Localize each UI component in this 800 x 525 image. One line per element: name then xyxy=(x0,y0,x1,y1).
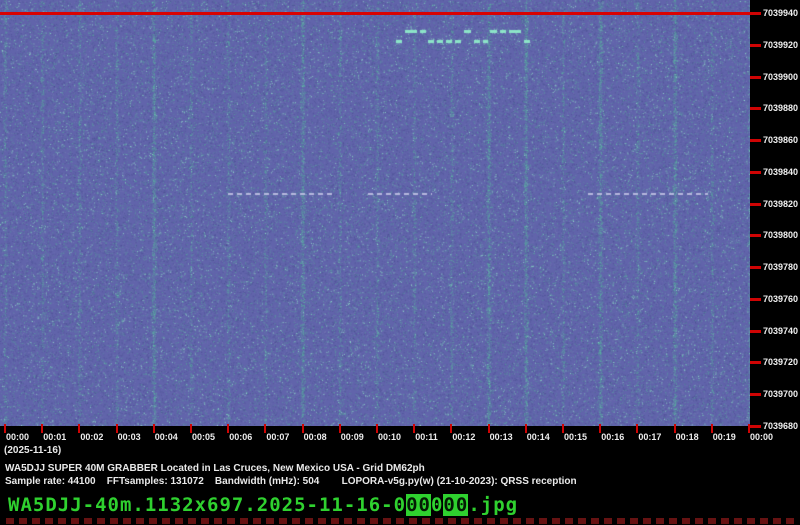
freq-tick xyxy=(750,75,761,79)
bottom-dashed-bar xyxy=(6,518,796,524)
time-tick-label: 00:15 xyxy=(564,432,588,442)
freq-tick-label: 7039740 xyxy=(763,325,799,336)
freq-tick-label: 7039900 xyxy=(763,71,799,82)
freq-tick xyxy=(750,170,761,174)
filename-digits: 000000 xyxy=(394,494,469,516)
freq-tick-label: 7039940 xyxy=(763,8,799,18)
time-tick-label: 00:17 xyxy=(638,432,662,442)
freq-tick xyxy=(750,43,761,47)
freq-tick-label: 7039880 xyxy=(763,103,799,114)
freq-tick-label: 7039700 xyxy=(763,389,799,400)
freq-tick-label: 7039840 xyxy=(763,166,799,177)
date-label: (2025-11-16) xyxy=(4,445,62,456)
time-tick-label: 00:10 xyxy=(378,432,402,442)
freq-tick xyxy=(750,12,761,15)
grabber-screenshot: 7039940 7039920 7039900 7039880 7039860 70398… xyxy=(0,0,800,525)
time-tick-label: 00:19 xyxy=(712,432,736,442)
spectrogram-canvas xyxy=(0,0,750,426)
filename-digit: 0 xyxy=(443,494,456,516)
filename-text: WA5DJJ-40m.1132x697.2025-11-16-000000.jp… xyxy=(8,494,518,516)
time-tick-label: 00:14 xyxy=(526,432,550,442)
time-tick-label: 00:08 xyxy=(303,432,327,442)
freq-tick-label: 7039920 xyxy=(763,39,799,50)
time-tick-label: 00:00 xyxy=(6,432,30,442)
filename-digit: 0 xyxy=(430,494,444,516)
freq-tick xyxy=(750,393,761,397)
freq-tick-label: 7039800 xyxy=(763,230,799,241)
freq-tick xyxy=(750,234,761,238)
time-tick-label: 00:02 xyxy=(80,432,104,442)
time-tick-label: 00:13 xyxy=(489,432,513,442)
freq-tick-label: 7039760 xyxy=(763,293,799,304)
filename-digit: 0 xyxy=(455,494,469,516)
freq-tick-label: 7039820 xyxy=(763,198,799,209)
time-tick-label: 00:12 xyxy=(452,432,476,442)
time-tick-label: 00:11 xyxy=(415,432,438,442)
time-tick-label: 00:18 xyxy=(675,432,699,442)
freq-tick-label: 7039780 xyxy=(763,262,799,273)
freq-tick-label: 7039860 xyxy=(763,135,799,146)
time-tick-label: 00:04 xyxy=(154,432,178,442)
filename-digit: 0 xyxy=(406,494,419,516)
time-tick-label: 00:03 xyxy=(117,432,141,442)
filename-digit: 0 xyxy=(393,494,407,516)
time-tick-label: 00:01 xyxy=(43,432,67,442)
freq-tick xyxy=(750,202,761,206)
station-info-line: WA5DJJ SUPER 40M GRABBER Located in Las … xyxy=(5,463,425,474)
freq-tick xyxy=(750,107,761,111)
time-tick-label: 00:05 xyxy=(192,432,216,442)
time-tick-label: 00:16 xyxy=(601,432,625,442)
freq-tick xyxy=(750,329,761,333)
filename-prefix: WA5DJJ-40m.1132x697.2025-11-16- xyxy=(8,494,394,516)
time-tick-label: 00:07 xyxy=(266,432,290,442)
filename-suffix: .jpg xyxy=(468,494,519,516)
freq-tick-label: 7039720 xyxy=(763,357,799,368)
top-frequency-marker-line xyxy=(0,12,760,15)
freq-tick xyxy=(750,425,761,428)
time-tick-label: 00:09 xyxy=(340,432,364,442)
time-tick-label: 00:06 xyxy=(229,432,253,442)
freq-tick-label: 7039680 xyxy=(763,421,799,431)
freq-tick xyxy=(750,297,761,301)
config-info-line: Sample rate: 44100 FFTsamples: 131072 Ba… xyxy=(5,476,577,487)
freq-tick xyxy=(750,266,761,270)
freq-tick xyxy=(750,361,761,365)
time-tick-label: 00:00 xyxy=(750,432,774,442)
freq-tick xyxy=(750,139,761,143)
filename-digit: 0 xyxy=(418,494,431,516)
